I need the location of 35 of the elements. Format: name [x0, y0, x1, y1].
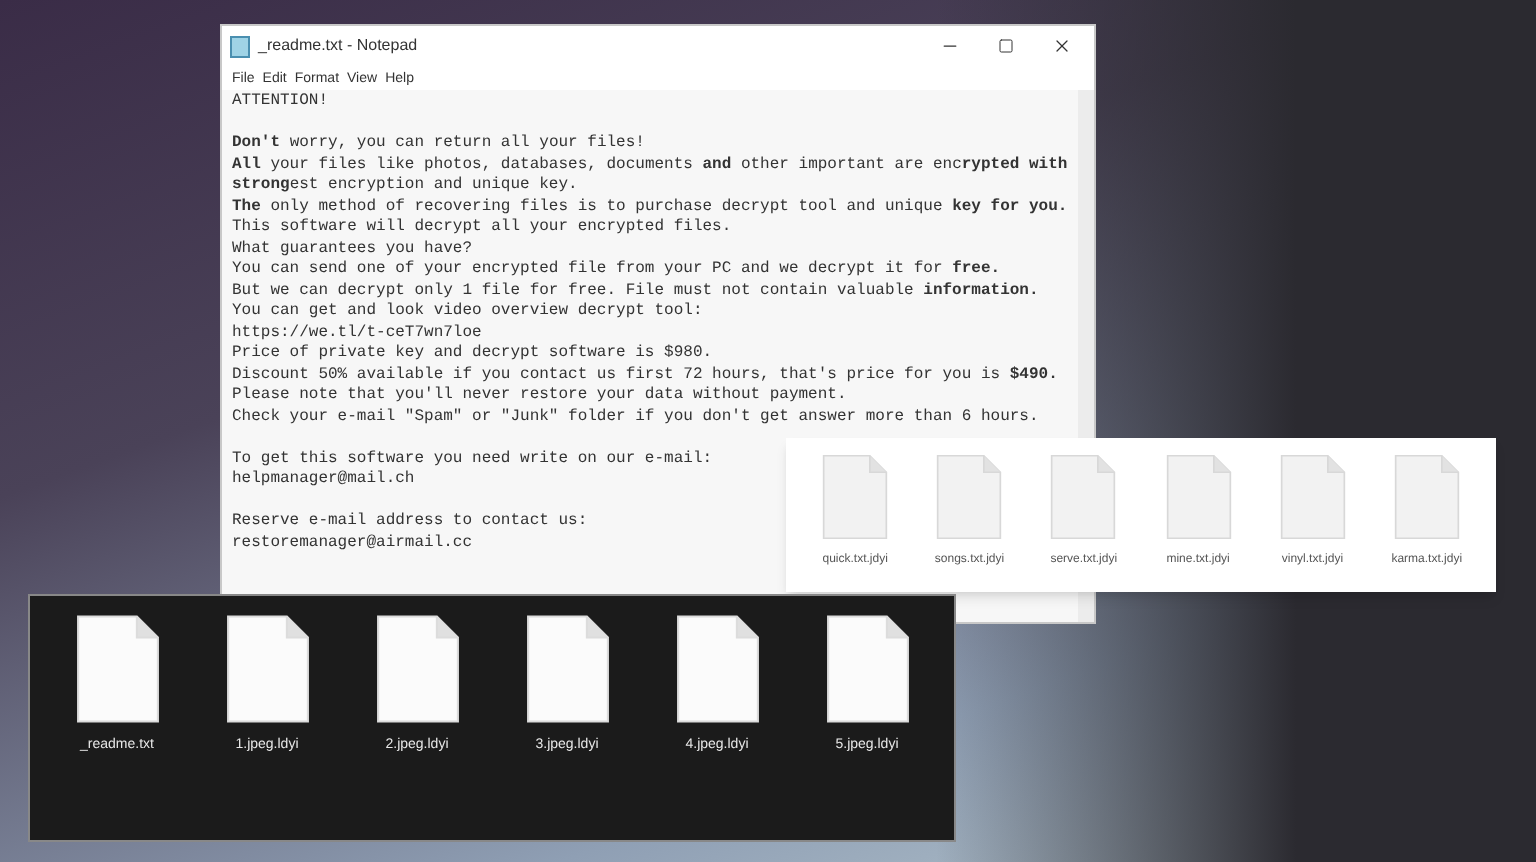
document-icon	[1393, 454, 1460, 540]
notepad-icon	[230, 35, 250, 57]
maximize-icon	[998, 38, 1014, 54]
text-line: Price of private key and decrypt software is $980.	[232, 344, 713, 365]
document-icon	[675, 614, 759, 724]
document-icon	[225, 614, 309, 724]
text-line: To get this software you need write on our e-mail:	[232, 449, 713, 470]
text-line: Check your e-mail "Spam" or "Junk" folder if you don't get answer more than 6 hours.	[232, 407, 1039, 428]
document-icon	[825, 614, 909, 724]
window-title: _readme.txt - Notepad	[258, 34, 418, 58]
document-icon	[936, 454, 1003, 540]
document-icon	[1165, 454, 1232, 540]
text-line: restoremanager@airmail.cc	[232, 533, 473, 554]
text-line: This software will decrypt all your encrypted files.	[232, 218, 732, 239]
text-line: helpmanager@mail.ch	[232, 470, 415, 491]
text-line: Please note that you'll never restore your data without payment.	[232, 386, 847, 407]
document-icon	[1050, 454, 1117, 540]
text-line: You can get and look video overview decrypt tool:	[232, 302, 703, 323]
text-line: All your files like photos, databases, documents and other important are encrypted with	[232, 155, 1068, 176]
text-line: Discount 50% available if you contact us first 72 hours, that's price for you is $490.	[232, 365, 1058, 386]
document-icon	[822, 454, 889, 540]
text-line: You can send one of your encrypted file from your PC and we decrypt it for free.	[232, 260, 1001, 281]
text-line: Reserve e-mail address to contact us:	[232, 512, 588, 533]
text-line: https://we.tl/t-ceT7wn7loe	[232, 323, 482, 344]
document-icon	[525, 614, 609, 724]
document-icon	[1279, 454, 1346, 540]
text-line: What guarantees you have?	[232, 239, 473, 260]
document-icon	[75, 614, 159, 724]
text-line: But we can decrypt only 1 file for free. File must not contain valuable information.	[232, 281, 1039, 302]
text-line: The only method of recovering files is to purchase decrypt tool and unique key for you.	[232, 197, 1068, 218]
text-line: ATTENTION!	[232, 92, 329, 113]
text-line: Don't worry, you can return all your files!	[232, 134, 645, 155]
text-line: strongest encryption and unique key.	[232, 176, 578, 197]
document-icon	[375, 614, 459, 724]
close-icon	[1052, 36, 1072, 56]
